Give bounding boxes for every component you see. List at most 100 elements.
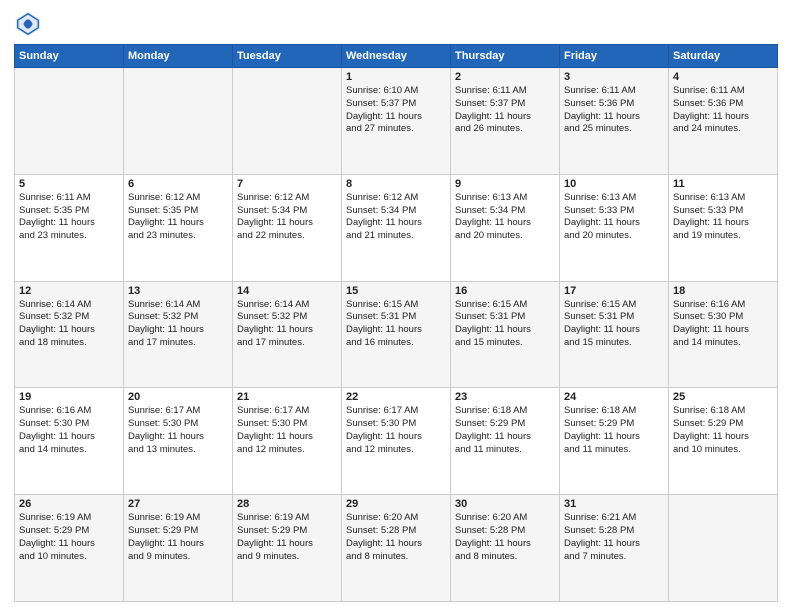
day-number: 21 — [237, 391, 337, 403]
day-number: 3 — [564, 71, 664, 83]
cell-content: Sunrise: 6:19 AM Sunset: 5:29 PM Dayligh… — [237, 512, 337, 563]
page-container: SundayMondayTuesdayWednesdayThursdayFrid… — [0, 0, 792, 612]
calendar-cell: 13 Sunrise: 6:14 AM Sunset: 5:32 PM Dayli… — [124, 281, 233, 388]
calendar-cell: 16 Sunrise: 6:15 AM Sunset: 5:31 PM Dayli… — [451, 281, 560, 388]
calendar-cell: 17 Sunrise: 6:15 AM Sunset: 5:31 PM Dayli… — [560, 281, 669, 388]
day-number: 9 — [455, 178, 555, 190]
cell-content: Sunrise: 6:10 AM Sunset: 5:37 PM Dayligh… — [346, 85, 446, 136]
cell-content: Sunrise: 6:17 AM Sunset: 5:30 PM Dayligh… — [237, 405, 337, 456]
weekday-row: SundayMondayTuesdayWednesdayThursdayFrid… — [15, 45, 778, 68]
cell-content: Sunrise: 6:17 AM Sunset: 5:30 PM Dayligh… — [128, 405, 228, 456]
cell-content: Sunrise: 6:18 AM Sunset: 5:29 PM Dayligh… — [564, 405, 664, 456]
day-number: 22 — [346, 391, 446, 403]
calendar-cell: 15 Sunrise: 6:15 AM Sunset: 5:31 PM Dayli… — [342, 281, 451, 388]
cell-content: Sunrise: 6:15 AM Sunset: 5:31 PM Dayligh… — [455, 299, 555, 350]
day-number: 17 — [564, 285, 664, 297]
cell-content: Sunrise: 6:12 AM Sunset: 5:34 PM Dayligh… — [237, 192, 337, 243]
calendar-cell: 9 Sunrise: 6:13 AM Sunset: 5:34 PM Daylig… — [451, 174, 560, 281]
calendar-cell: 7 Sunrise: 6:12 AM Sunset: 5:34 PM Daylig… — [233, 174, 342, 281]
calendar-cell: 30Sunrise: 6:20 AM Sunset: 5:28 PM Dayli… — [451, 495, 560, 602]
cell-content: Sunrise: 6:11 AM Sunset: 5:36 PM Dayligh… — [564, 85, 664, 136]
calendar-cell: 12 Sunrise: 6:14 AM Sunset: 5:32 PM Dayli… — [15, 281, 124, 388]
weekday-header-monday: Monday — [124, 45, 233, 68]
day-number: 14 — [237, 285, 337, 297]
weekday-header-sunday: Sunday — [15, 45, 124, 68]
calendar-cell — [233, 68, 342, 175]
calendar-cell: 29 Sunrise: 6:20 AM Sunset: 5:28 PM Dayli… — [342, 495, 451, 602]
calendar-cell: 24 Sunrise: 6:18 AM Sunset: 5:29 PM Dayli… — [560, 388, 669, 495]
calendar-cell: 11 Sunrise: 6:13 AM Sunset: 5:33 PM Dayli… — [669, 174, 778, 281]
cell-content: Sunrise: 6:16 AM Sunset: 5:30 PM Dayligh… — [19, 405, 119, 456]
calendar-cell: 1 Sunrise: 6:10 AM Sunset: 5:37 PM Daylig… — [342, 68, 451, 175]
cell-content: Sunrise: 6:14 AM Sunset: 5:32 PM Dayligh… — [19, 299, 119, 350]
cell-content: Sunrise: 6:14 AM Sunset: 5:32 PM Dayligh… — [237, 299, 337, 350]
weekday-header-thursday: Thursday — [451, 45, 560, 68]
day-number: 29 — [346, 498, 446, 510]
day-number: 23 — [455, 391, 555, 403]
cell-content: Sunrise: 6:15 AM Sunset: 5:31 PM Dayligh… — [564, 299, 664, 350]
day-number: 24 — [564, 391, 664, 403]
calendar-week-1: 1 Sunrise: 6:10 AM Sunset: 5:37 PM Daylig… — [15, 68, 778, 175]
calendar-cell: 10Sunrise: 6:13 AM Sunset: 5:33 PM Dayli… — [560, 174, 669, 281]
cell-content: Sunrise: 6:11 AM Sunset: 5:36 PM Dayligh… — [673, 85, 773, 136]
calendar-cell: 31 Sunrise: 6:21 AM Sunset: 5:28 PM Dayli… — [560, 495, 669, 602]
cell-content: Sunrise: 6:18 AM Sunset: 5:29 PM Dayligh… — [455, 405, 555, 456]
cell-content: Sunrise: 6:11 AM Sunset: 5:35 PM Dayligh… — [19, 192, 119, 243]
day-number: 25 — [673, 391, 773, 403]
day-number: 5 — [19, 178, 119, 190]
day-number: 16 — [455, 285, 555, 297]
calendar-body: 1 Sunrise: 6:10 AM Sunset: 5:37 PM Daylig… — [15, 68, 778, 602]
day-number: 28 — [237, 498, 337, 510]
weekday-header-friday: Friday — [560, 45, 669, 68]
day-number: 18 — [673, 285, 773, 297]
day-number: 11 — [673, 178, 773, 190]
calendar-cell: 21 Sunrise: 6:17 AM Sunset: 5:30 PM Dayli… — [233, 388, 342, 495]
calendar-cell: 14 Sunrise: 6:14 AM Sunset: 5:32 PM Dayli… — [233, 281, 342, 388]
cell-content: Sunrise: 6:19 AM Sunset: 5:29 PM Dayligh… — [128, 512, 228, 563]
calendar-week-4: 19Sunrise: 6:16 AM Sunset: 5:30 PM Dayli… — [15, 388, 778, 495]
calendar-week-2: 5 Sunrise: 6:11 AM Sunset: 5:35 PM Daylig… — [15, 174, 778, 281]
calendar-cell: 25 Sunrise: 6:18 AM Sunset: 5:29 PM Dayli… — [669, 388, 778, 495]
cell-content: Sunrise: 6:15 AM Sunset: 5:31 PM Dayligh… — [346, 299, 446, 350]
calendar-cell: 18 Sunrise: 6:16 AM Sunset: 5:30 PM Dayli… — [669, 281, 778, 388]
weekday-header-wednesday: Wednesday — [342, 45, 451, 68]
header — [14, 10, 778, 38]
day-number: 10 — [564, 178, 664, 190]
day-number: 2 — [455, 71, 555, 83]
day-number: 26 — [19, 498, 119, 510]
day-number: 1 — [346, 71, 446, 83]
calendar-cell — [669, 495, 778, 602]
calendar-cell — [15, 68, 124, 175]
calendar-cell: 5 Sunrise: 6:11 AM Sunset: 5:35 PM Daylig… — [15, 174, 124, 281]
cell-content: Sunrise: 6:13 AM Sunset: 5:34 PM Dayligh… — [455, 192, 555, 243]
calendar-cell: 20 Sunrise: 6:17 AM Sunset: 5:30 PM Dayli… — [124, 388, 233, 495]
calendar-week-5: 26 Sunrise: 6:19 AM Sunset: 5:29 PM Dayli… — [15, 495, 778, 602]
calendar-cell: 4Sunrise: 6:11 AM Sunset: 5:36 PM Daylig… — [669, 68, 778, 175]
day-number: 7 — [237, 178, 337, 190]
cell-content: Sunrise: 6:16 AM Sunset: 5:30 PM Dayligh… — [673, 299, 773, 350]
cell-content: Sunrise: 6:12 AM Sunset: 5:35 PM Dayligh… — [128, 192, 228, 243]
calendar-cell: 19Sunrise: 6:16 AM Sunset: 5:30 PM Dayli… — [15, 388, 124, 495]
day-number: 12 — [19, 285, 119, 297]
cell-content: Sunrise: 6:14 AM Sunset: 5:32 PM Dayligh… — [128, 299, 228, 350]
calendar-cell: 26Sunrise: 6:19 AM Sunset: 5:29 PM Dayli… — [15, 495, 124, 602]
day-number: 15 — [346, 285, 446, 297]
cell-content: Sunrise: 6:13 AM Sunset: 5:33 PM Dayligh… — [673, 192, 773, 243]
cell-content: Sunrise: 6:20 AM Sunset: 5:28 PM Dayligh… — [346, 512, 446, 563]
weekday-header-tuesday: Tuesday — [233, 45, 342, 68]
cell-content: Sunrise: 6:21 AM Sunset: 5:28 PM Dayligh… — [564, 512, 664, 563]
day-number: 20 — [128, 391, 228, 403]
day-number: 13 — [128, 285, 228, 297]
cell-content: Sunrise: 6:11 AM Sunset: 5:37 PM Dayligh… — [455, 85, 555, 136]
calendar-cell — [124, 68, 233, 175]
cell-content: Sunrise: 6:12 AM Sunset: 5:34 PM Dayligh… — [346, 192, 446, 243]
day-number: 31 — [564, 498, 664, 510]
cell-content: Sunrise: 6:18 AM Sunset: 5:29 PM Dayligh… — [673, 405, 773, 456]
calendar-cell: 6Sunrise: 6:12 AM Sunset: 5:35 PM Daylig… — [124, 174, 233, 281]
day-number: 30 — [455, 498, 555, 510]
calendar-header: SundayMondayTuesdayWednesdayThursdayFrid… — [15, 45, 778, 68]
calendar-table: SundayMondayTuesdayWednesdayThursdayFrid… — [14, 44, 778, 602]
day-number: 8 — [346, 178, 446, 190]
calendar-cell: 28 Sunrise: 6:19 AM Sunset: 5:29 PM Dayli… — [233, 495, 342, 602]
calendar-cell: 2 Sunrise: 6:11 AM Sunset: 5:37 PM Daylig… — [451, 68, 560, 175]
